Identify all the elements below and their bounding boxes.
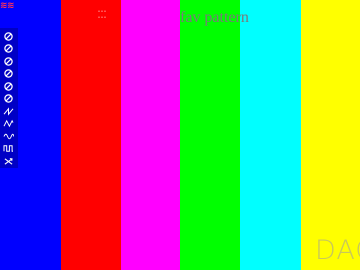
shuffle-icon xyxy=(4,157,13,166)
waveform-toolbar xyxy=(0,28,18,168)
no-entry-icon xyxy=(4,81,13,91)
toolbar-button-7[interactable] xyxy=(2,106,15,117)
mini-label: ••• ••• xyxy=(82,9,122,21)
toolbar-button-6[interactable] xyxy=(2,93,15,104)
dac-watermark: DAC xyxy=(315,235,360,266)
triangle-wave-icon xyxy=(3,119,14,128)
color-bar-yellow xyxy=(301,0,360,270)
toolbar-button-11[interactable] xyxy=(2,156,15,167)
no-entry-icon xyxy=(4,32,13,41)
color-bar-magenta xyxy=(121,0,180,270)
toolbar-button-3[interactable] xyxy=(2,56,15,67)
toolbar-button-4[interactable] xyxy=(2,68,15,79)
toolbar-button-2[interactable] xyxy=(2,43,15,54)
toolbar-button-10[interactable] xyxy=(2,143,15,154)
test-pattern-canvas: ≋≋ ••• ••• fav pattern DAC xyxy=(0,0,360,270)
sawtooth-wave-icon xyxy=(3,107,14,116)
sine-wave-icon xyxy=(3,132,14,141)
square-wave-icon xyxy=(3,144,14,153)
pattern-title: fav pattern xyxy=(180,9,249,26)
no-entry-icon xyxy=(4,94,13,103)
app-logo: ≋≋ xyxy=(0,1,15,11)
color-bar-green xyxy=(180,0,240,270)
toolbar-button-5[interactable] xyxy=(2,81,15,92)
toolbar-button-9[interactable] xyxy=(2,131,15,142)
color-bar-cyan xyxy=(240,0,301,270)
no-entry-icon xyxy=(4,57,13,66)
mini-label-line-2: ••• xyxy=(97,15,107,21)
toolbar-button-8[interactable] xyxy=(2,118,15,129)
toolbar-button-1[interactable] xyxy=(2,31,15,42)
color-bar-red xyxy=(61,0,121,270)
no-entry-icon xyxy=(4,44,13,54)
no-entry-icon xyxy=(4,69,13,78)
